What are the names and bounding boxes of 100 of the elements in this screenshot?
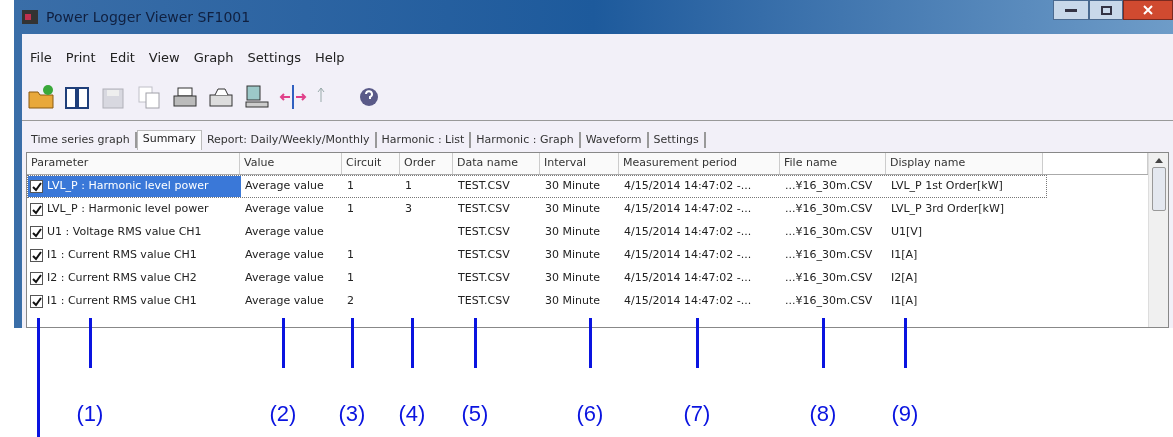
table-cell: U1 : Voltage RMS value CH1	[47, 224, 202, 241]
table-cell: Average value	[245, 247, 324, 264]
column-header[interactable]: File name	[780, 153, 886, 174]
table-cell: TEST.CSV	[458, 293, 510, 310]
menu-item[interactable]: Graph	[193, 48, 234, 68]
table-cell: ...¥16_30m.CSV	[785, 178, 873, 195]
tab[interactable]: Harmonic : List	[376, 131, 472, 148]
table-cell: 30 Minute	[545, 201, 601, 218]
menu-item[interactable]: Edit	[109, 48, 135, 68]
callout-label: (2)	[268, 400, 298, 428]
table-cell: 4/15/2014 14:47:02 -...	[624, 270, 752, 287]
table-cell: 30 Minute	[545, 178, 601, 195]
column-header[interactable]: Data name	[453, 153, 540, 174]
table-cell: ...¥16_30m.CSV	[785, 201, 873, 218]
scroll-thumb[interactable]	[1151, 167, 1166, 211]
table-row[interactable]: U1 : Voltage RMS value CH1 Average value TEST.CSV 30 Minute 4/15/2014 14:47:02 -... ...¥16_30m.CSV U1[V]	[27, 221, 1047, 244]
table-cell: LVL_P : Harmonic level power	[47, 178, 209, 195]
close-button[interactable]	[1123, 0, 1173, 20]
column-header[interactable]: Parameter	[27, 153, 240, 174]
tab[interactable]: Report: Daily/Weekly/Monthly	[201, 131, 377, 148]
callout-label: (1)	[75, 400, 105, 428]
column-header[interactable]: Interval	[540, 153, 619, 174]
callout-line	[474, 318, 477, 368]
table-cell: TEST.CSV	[458, 201, 510, 218]
column-header[interactable]: Measurement period	[619, 153, 780, 174]
app-icon	[22, 10, 38, 24]
table-cell: 1	[347, 178, 354, 195]
menu-item[interactable]: File	[30, 48, 52, 68]
callout-line	[696, 318, 699, 368]
table-row[interactable]: I1 : Current RMS value CH1 Average value 1 TEST.CSV 30 Minute 4/15/2014 14:47:02 -... ...¥16_30m.CSV I1[A]	[27, 244, 1047, 267]
tab[interactable]: Waveform	[580, 131, 649, 148]
table-cell: Average value	[245, 293, 324, 310]
menu-item[interactable]: Help	[314, 48, 345, 68]
callout-label: (8)	[808, 400, 838, 428]
callout-line	[822, 318, 825, 368]
menu-item[interactable]: Settings	[247, 48, 301, 68]
checkbox[interactable]	[30, 203, 43, 216]
table-cell: 30 Minute	[545, 293, 601, 310]
callout-label: (3)	[337, 400, 367, 428]
table-cell: 4/15/2014 14:47:02 -...	[624, 201, 752, 218]
table-cell: TEST.CSV	[458, 178, 510, 195]
close-icon	[1143, 5, 1153, 15]
column-header[interactable]: Display name	[886, 153, 1043, 174]
column-header[interactable]: Circuit	[342, 153, 400, 174]
table-cell: I1[A]	[891, 293, 918, 310]
table-cell: ...¥16_30m.CSV	[785, 247, 873, 264]
checkmark-icon	[31, 296, 42, 307]
table-cell: Average value	[245, 224, 324, 241]
column-header[interactable]: Order	[400, 153, 453, 174]
folder-icon[interactable]	[26, 82, 56, 112]
table-cell: 4/15/2014 14:47:02 -...	[624, 293, 752, 310]
checkbox[interactable]	[30, 295, 43, 308]
checkbox[interactable]	[30, 249, 43, 262]
table-cell: TEST.CSV	[458, 247, 510, 264]
table-cell: ...¥16_30m.CSV	[785, 293, 873, 310]
table-cell: TEST.CSV	[458, 270, 510, 287]
checkbox[interactable]	[30, 272, 43, 285]
table-cell: 1	[405, 178, 412, 195]
tab[interactable]: Settings	[648, 131, 706, 148]
table-cell: LVL_P 3rd Order[kW]	[891, 201, 1005, 218]
checkbox[interactable]	[30, 226, 43, 239]
checkmark-icon	[31, 273, 42, 284]
column-header[interactable]: Value	[240, 153, 342, 174]
table-cell: I2 : Current RMS value CH2	[47, 270, 197, 287]
table-cell: 2	[347, 293, 354, 310]
table-cell: LVL_P : Harmonic level power	[47, 201, 209, 218]
callout-label: (5)	[460, 400, 490, 428]
checkbox[interactable]	[30, 180, 43, 193]
table-cell: 1	[347, 247, 354, 264]
table-cell: 4/15/2014 14:47:02 -...	[624, 247, 752, 264]
scrollbar[interactable]	[1148, 153, 1168, 327]
table-cell: TEST.CSV	[458, 224, 510, 241]
table-row[interactable]: I2 : Current RMS value CH2 Average value 1 TEST.CSV 30 Minute 4/15/2014 14:47:02 -... ...¥16_30m.CSV I2[A]	[27, 267, 1047, 290]
table-cell: ...¥16_30m.CSV	[785, 224, 873, 241]
menu-item[interactable]: Print	[65, 48, 96, 68]
table-cell: Average value	[245, 178, 324, 195]
tab[interactable]: Summary	[136, 129, 202, 150]
table-cell: Average value	[245, 201, 324, 218]
callout-label: (7)	[682, 400, 712, 428]
table-cell: 1	[347, 270, 354, 287]
tab[interactable]: Harmonic : Graph	[471, 131, 581, 148]
split-arrows-icon[interactable]	[278, 82, 308, 112]
minimize-button[interactable]	[1053, 0, 1089, 20]
table-row[interactable]: LVL_P : Harmonic level power Average value 1 3 TEST.CSV 30 Minute 4/15/2014 14:47:02 -... ...¥16_30m.CSV LVL_P 3rd Order[kW]	[27, 198, 1047, 221]
table-cell: I1 : Current RMS value CH1	[47, 247, 197, 264]
table-row[interactable]: LVL_P : Harmonic level power Average value 1 1 TEST.CSV 30 Minute 4/15/2014 14:47:02 -... ...¥16_30m.CSV LVL_P 1st Order[kW]	[27, 175, 1047, 198]
table-cell: 30 Minute	[545, 224, 601, 241]
checkmark-icon	[31, 250, 42, 261]
menu-item[interactable]: View	[148, 48, 180, 68]
maximize-button[interactable]	[1089, 0, 1123, 20]
callout-line	[351, 318, 354, 368]
callout-label: (4)	[397, 400, 427, 428]
table-row[interactable]: I1 : Current RMS value CH1 Average value 2 TEST.CSV 30 Minute 4/15/2014 14:47:02 -... ...¥16_30m.CSV I1[A]	[27, 290, 1047, 313]
checkmark-icon	[31, 181, 42, 192]
table-cell: ...¥16_30m.CSV	[785, 270, 873, 287]
scroll-up-icon[interactable]	[1154, 157, 1163, 163]
table-cell: 4/15/2014 14:47:02 -...	[624, 178, 752, 195]
table-cell: 30 Minute	[545, 247, 601, 264]
callout-line	[411, 318, 414, 368]
table-cell: 1	[347, 201, 354, 218]
